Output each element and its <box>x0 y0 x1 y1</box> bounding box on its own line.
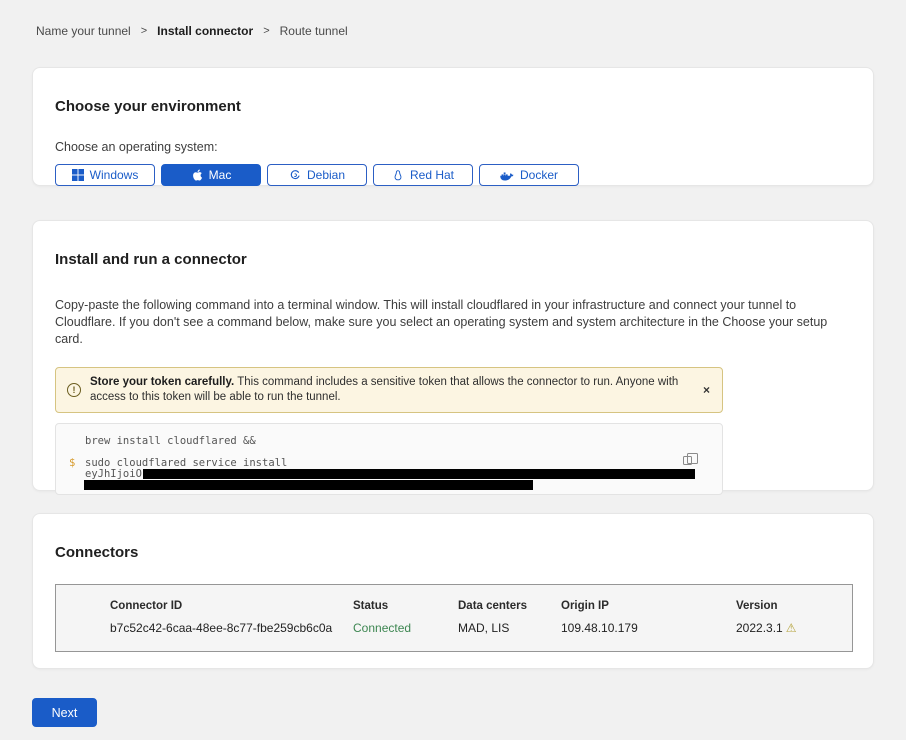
windows-icon <box>72 169 84 181</box>
data-centers-cell: MAD, LIS <box>458 621 561 635</box>
debian-icon <box>289 169 301 181</box>
os-button-label: Red Hat <box>410 168 454 182</box>
column-header-version: Version <box>736 600 852 612</box>
os-select-label: Choose an operating system: <box>55 140 851 154</box>
column-header-status: Status <box>353 600 458 612</box>
column-header-origin-ip: Origin IP <box>561 600 736 612</box>
connectors-card: Connectors Connector ID Status Data cent… <box>32 513 874 669</box>
code-line-sudo: $ sudo cloudflared service install <box>56 457 722 469</box>
tunnel-setup-page: Name your tunnel > Install connector > R… <box>0 0 906 740</box>
install-command-code-block: brew install cloudflared && $ sudo cloudf… <box>55 423 723 495</box>
os-button-label: Docker <box>520 168 558 182</box>
connector-id-cell: b7c52c42-6caa-48ee-8c77-fbe259cb6c0a <box>110 621 353 635</box>
environment-card-title: Choose your environment <box>55 98 851 115</box>
redhat-linux-icon <box>392 169 404 182</box>
breadcrumb-step-name-your-tunnel[interactable]: Name your tunnel <box>36 24 131 38</box>
connectors-table-header: Connector ID Status Data centers Origin … <box>110 600 852 612</box>
version-cell: 2022.3.1⚠ <box>736 621 852 635</box>
redacted-token-bar <box>143 469 695 479</box>
redacted-token-bar <box>84 480 533 490</box>
breadcrumb-step-route-tunnel[interactable]: Route tunnel <box>280 24 348 38</box>
install-card: Install and run a connector Copy-paste t… <box>32 220 874 491</box>
code-line-brew: brew install cloudflared && <box>56 435 722 447</box>
os-button-label: Debian <box>307 168 345 182</box>
apple-icon <box>191 168 203 182</box>
token-prefix: eyJhIjoiO <box>85 468 142 480</box>
os-button-redhat[interactable]: Red Hat <box>373 164 473 186</box>
token-warning-banner: ! Store your token carefully. This comma… <box>55 367 723 413</box>
alert-circle-icon: ! <box>67 383 81 397</box>
os-button-label: Windows <box>90 168 139 182</box>
token-warning-title: Store your token carefully. <box>90 376 234 388</box>
copy-icon <box>683 456 692 465</box>
column-header-data-centers: Data centers <box>458 600 561 612</box>
os-button-docker[interactable]: Docker <box>479 164 579 186</box>
chevron-right-separator: > <box>141 25 147 37</box>
environment-card: Choose your environment Choose an operat… <box>32 67 874 186</box>
token-warning-text: Store your token carefully. This command… <box>90 375 682 405</box>
connectors-card-title: Connectors <box>55 544 851 561</box>
chevron-right-separator: > <box>263 25 269 37</box>
version-warning-icon[interactable]: ⚠ <box>786 621 797 635</box>
breadcrumb: Name your tunnel > Install connector > R… <box>0 0 906 38</box>
next-button[interactable]: Next <box>32 698 97 727</box>
docker-whale-icon <box>500 170 514 181</box>
install-description: Copy-paste the following command into a … <box>55 297 847 348</box>
os-button-label: Mac <box>209 168 232 182</box>
version-value: 2022.3.1 <box>736 621 783 635</box>
breadcrumb-step-install-connector[interactable]: Install connector <box>157 24 253 38</box>
os-button-windows[interactable]: Windows <box>55 164 155 186</box>
os-button-group: Windows Mac Debian Red Hat <box>55 164 851 186</box>
shell-prompt: $ <box>69 457 75 469</box>
column-header-connector-id: Connector ID <box>110 600 353 612</box>
close-banner-button[interactable]: × <box>703 384 710 396</box>
connectors-table-row: b7c52c42-6caa-48ee-8c77-fbe259cb6c0a Con… <box>110 621 852 635</box>
code-line-sudo-text: sudo cloudflared service install <box>85 457 287 469</box>
origin-ip-cell: 109.48.10.179 <box>561 621 736 635</box>
status-cell: Connected <box>353 621 458 635</box>
code-line-token: eyJhIjoiO <box>56 469 722 480</box>
install-card-title: Install and run a connector <box>55 251 851 268</box>
os-button-mac[interactable]: Mac <box>161 164 261 186</box>
os-button-debian[interactable]: Debian <box>267 164 367 186</box>
connectors-table: Connector ID Status Data centers Origin … <box>55 584 853 652</box>
copy-command-button[interactable] <box>682 450 698 466</box>
